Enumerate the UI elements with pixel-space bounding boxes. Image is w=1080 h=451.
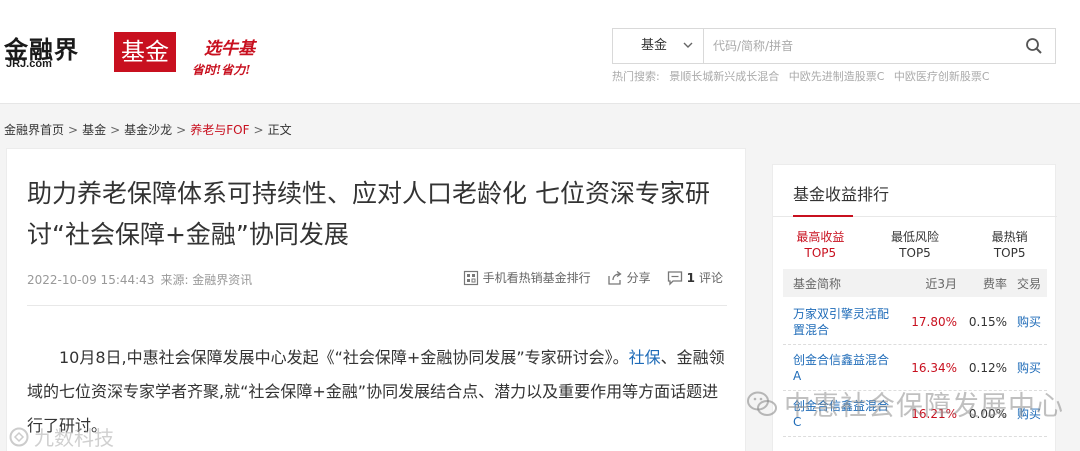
wechat-icon bbox=[747, 391, 777, 416]
tab-highest-return[interactable]: 最高收益 TOP5 bbox=[773, 229, 868, 261]
search-input[interactable] bbox=[713, 35, 1013, 57]
fund-fee: 0.15% bbox=[968, 314, 1007, 329]
fund-section-logo[interactable]: 基金 bbox=[114, 32, 176, 72]
breadcrumb-separator: > bbox=[110, 123, 121, 137]
article-date: 2022-10-09 15:44:43 bbox=[27, 273, 155, 287]
tab-label: TOP5 bbox=[993, 246, 1026, 260]
article-body: 10月8日,中惠社会保障发展中心发起《“社会保障+金融协同发展”专家研讨会》。社… bbox=[27, 341, 727, 443]
share-icon bbox=[607, 270, 622, 285]
corner-watermark-text: 九数科技 bbox=[34, 426, 114, 450]
hot-search-link[interactable]: 景顺长城新兴成长混合 bbox=[669, 70, 779, 83]
breadcrumb: 金融界首页 > 基金 > 基金沙龙 > 养老与FOF > 正文 bbox=[4, 121, 292, 138]
column-header: 基金简称 bbox=[793, 276, 842, 291]
watermark: 中惠社会保障发展中心 bbox=[746, 384, 1064, 423]
watermark-text: 中惠社会保障发展中心 bbox=[784, 391, 1064, 422]
title-underline bbox=[793, 215, 853, 217]
breadcrumb-current: 正文 bbox=[267, 123, 292, 137]
share-label: 分享 bbox=[626, 271, 651, 285]
tab-label: 最高收益 bbox=[796, 230, 845, 244]
table-row: 万家双引擎灵活配置混合 17.80% 0.15% 购买 bbox=[783, 299, 1047, 345]
mobile-fund-rank-label: 手机看热销基金排行 bbox=[482, 271, 591, 285]
column-header: 费率 bbox=[982, 276, 1007, 291]
mobile-fund-rank-link[interactable]: 手机看热销基金排行 bbox=[463, 269, 591, 286]
slogan-line2: 省时!省力! bbox=[192, 63, 251, 77]
comment-label: 评论 bbox=[698, 271, 723, 285]
fund-return: 17.80% bbox=[911, 314, 957, 329]
tab-label: TOP5 bbox=[804, 246, 837, 260]
column-header: 交易 bbox=[1016, 276, 1041, 291]
hot-search-label: 热门搜索: bbox=[612, 70, 660, 83]
tab-lowest-risk[interactable]: 最低风险 TOP5 bbox=[868, 229, 963, 261]
qrcode-icon bbox=[463, 270, 478, 285]
divider bbox=[27, 305, 727, 306]
ranking-tabs: 最高收益 TOP5 最低风险 TOP5 最热销 TOP5 bbox=[773, 229, 1057, 261]
breadcrumb-separator: > bbox=[176, 123, 187, 137]
hot-search-link[interactable]: 中欧先进制造股票C bbox=[789, 70, 885, 83]
keyword-link-social-security[interactable]: 社保 bbox=[629, 348, 661, 367]
tab-label: 最低风险 bbox=[891, 230, 940, 244]
article-meta: 2022-10-09 15:44:43 来源: 金融界资讯 bbox=[27, 271, 258, 288]
breadcrumb-separator: > bbox=[68, 123, 79, 137]
fund-name-link[interactable]: 万家双引擎灵活配置混合 bbox=[783, 306, 895, 338]
buy-link[interactable]: 购买 bbox=[1007, 359, 1047, 376]
comment-count: 1 bbox=[686, 270, 695, 285]
table-header: 基金简称 近3月 费率 交易 bbox=[783, 269, 1047, 297]
buy-link[interactable]: 购买 bbox=[1007, 313, 1047, 330]
breadcrumb-fund[interactable]: 基金 bbox=[82, 123, 106, 137]
panel-title: 基金收益排行 bbox=[793, 185, 890, 204]
search-box: 基金 bbox=[612, 28, 1056, 64]
article-title: 助力养老保障体系可持续性、应对人口老龄化 七位资深专家研讨“社会保障+金融”协同… bbox=[27, 179, 710, 249]
search-category-value: 基金 bbox=[641, 38, 668, 53]
comment-button[interactable]: 1 评论 bbox=[667, 269, 723, 286]
fund-fee: 0.12% bbox=[968, 360, 1007, 375]
hot-search-link[interactable]: 中欧医疗创新股票C bbox=[894, 70, 990, 83]
breadcrumb-home[interactable]: 金融界首页 bbox=[4, 123, 64, 137]
corner-watermark: 九数科技 bbox=[8, 422, 114, 451]
hot-searches: 热门搜索: 景顺长城新兴成长混合 中欧先进制造股票C 中欧医疗创新股票C bbox=[612, 68, 990, 84]
search-category-select[interactable]: 基金 bbox=[613, 29, 704, 63]
article-tools: 手机看热销基金排行 分享 1 评论 bbox=[463, 269, 723, 286]
breadcrumb-pension-fof[interactable]: 养老与FOF bbox=[190, 123, 249, 137]
column-header: 近3月 bbox=[925, 276, 957, 291]
share-button[interactable]: 分享 bbox=[607, 269, 651, 286]
chevron-down-icon bbox=[683, 29, 693, 63]
search-icon[interactable] bbox=[1025, 37, 1043, 55]
jrj-logo[interactable]: 金融界 JRJ.com bbox=[4, 30, 104, 74]
fund-return: 16.34% bbox=[911, 360, 957, 375]
breadcrumb-fund-salon[interactable]: 基金沙龙 bbox=[124, 123, 172, 137]
brand-icon bbox=[9, 427, 29, 446]
logo-domain: JRJ.com bbox=[6, 58, 52, 70]
slogan-line1: 选牛基 bbox=[204, 39, 255, 59]
body-text-part1: 10月8日,中惠社会保障发展中心发起《“社会保障+金融协同发展”专家研讨会》。 bbox=[59, 348, 629, 367]
article: 助力养老保障体系可持续性、应对人口老龄化 七位资深专家研讨“社会保障+金融”协同… bbox=[6, 148, 746, 451]
tab-label: TOP5 bbox=[899, 246, 931, 260]
tab-best-selling[interactable]: 最热销 TOP5 bbox=[962, 229, 1057, 261]
comment-icon bbox=[667, 270, 682, 286]
breadcrumb-separator: > bbox=[253, 123, 264, 137]
site-header: 金融界 JRJ.com 基金 选牛基 省时!省力! 基金 热门搜索: 景顺长城新… bbox=[0, 0, 1080, 104]
slogan: 选牛基 省时!省力! bbox=[192, 34, 272, 78]
tab-label: 最热销 bbox=[991, 230, 1028, 244]
article-source: 来源: 金融界资讯 bbox=[160, 273, 253, 287]
fund-name-link[interactable]: 创金合信鑫益混合A bbox=[783, 352, 895, 384]
